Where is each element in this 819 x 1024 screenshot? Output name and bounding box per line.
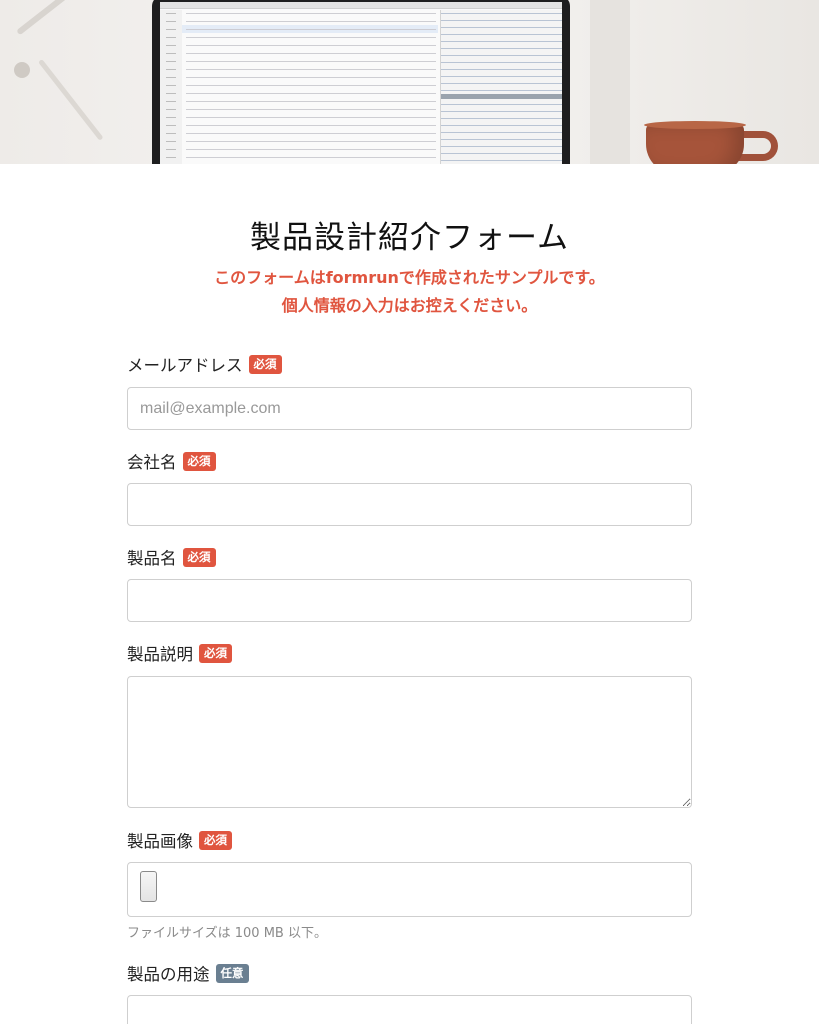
file-select-button[interactable] <box>140 871 157 902</box>
file-size-hint: ファイルサイズは 100 MB 以下。 <box>127 926 327 941</box>
required-badge: 必須 <box>199 643 232 663</box>
product-usage-label: 製品の用途 <box>127 965 210 984</box>
product-description-label: 製品説明 <box>127 645 193 664</box>
product-name-label: 製品名 <box>127 549 177 568</box>
product-usage-label-row: 製品の用途 任意 <box>127 961 249 985</box>
laptop-illustration <box>152 0 570 164</box>
required-badge: 必須 <box>182 547 216 567</box>
notice-line-2: 個人情報の入力はお控えください。 <box>281 296 538 315</box>
required-badge: 必須 <box>199 830 232 850</box>
product-image-label: 製品画像 <box>127 832 193 851</box>
product-name-input[interactable] <box>127 579 692 622</box>
company-label-row: 会社名 必須 <box>127 449 216 473</box>
sample-notice: このフォームはformrunで作成されたサンプルです。 個人情報の入力はお控えく… <box>0 264 819 320</box>
company-input[interactable] <box>127 483 692 526</box>
required-badge: 必須 <box>248 354 282 374</box>
coffee-cup-handle <box>738 131 778 161</box>
form-title: 製品設計紹介フォーム <box>249 220 570 256</box>
email-label-row: メールアドレス 必須 <box>127 352 282 376</box>
notice-line-1: このフォームはformrunで作成されたサンプルです。 <box>214 268 605 287</box>
company-label: 会社名 <box>127 453 177 472</box>
product-image-label-row: 製品画像 必須 <box>127 828 232 852</box>
product-description-textarea[interactable] <box>127 676 692 808</box>
coffee-cup <box>646 124 744 164</box>
required-badge: 必須 <box>182 451 216 471</box>
desk-lamp-joint <box>14 62 30 78</box>
project-panel-graphic <box>440 10 562 164</box>
product-name-label-row: 製品名 必須 <box>127 545 216 569</box>
email-input[interactable] <box>127 387 692 430</box>
laptop-screen <box>160 2 562 164</box>
desk-lamp-arm <box>38 58 104 141</box>
header-image <box>0 0 819 164</box>
desk-lamp-arm <box>16 0 91 36</box>
code-editor-graphic <box>186 10 436 164</box>
optional-badge: 任意 <box>215 963 249 983</box>
product-image-upload-field[interactable] <box>127 862 692 917</box>
product-description-label-row: 製品説明 必須 <box>127 641 232 665</box>
email-label: メールアドレス <box>127 356 243 375</box>
product-usage-input[interactable] <box>127 995 692 1024</box>
